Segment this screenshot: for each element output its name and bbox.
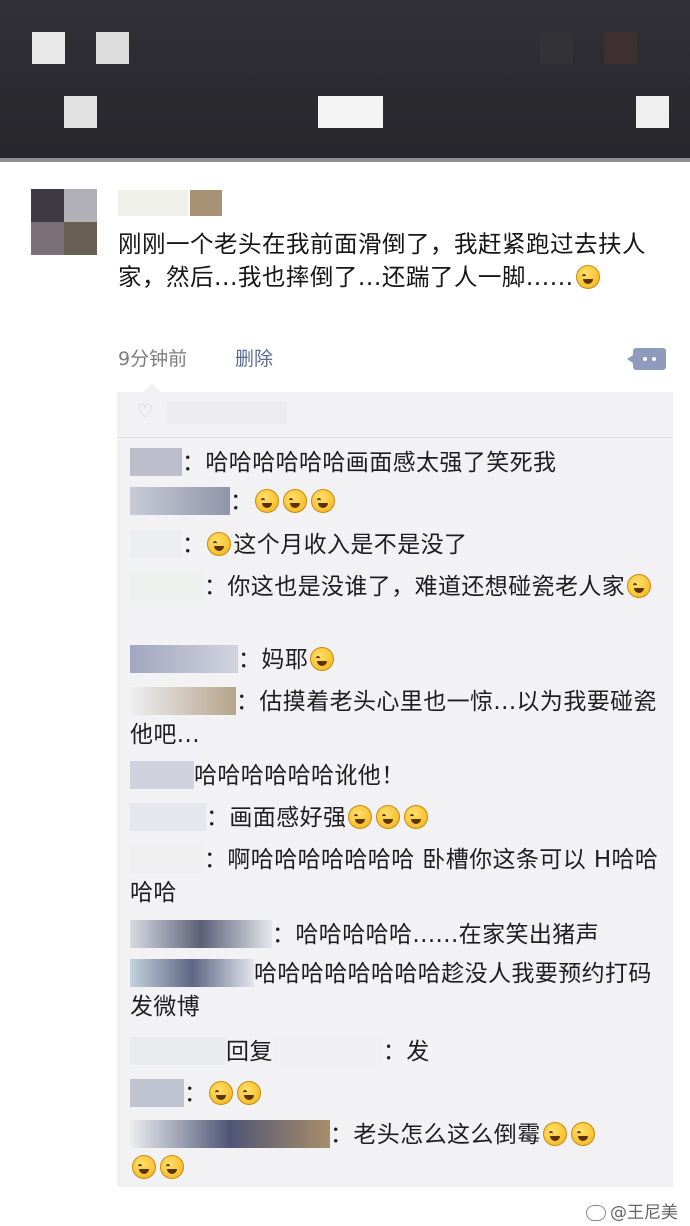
laughing-tears-emoji-icon (207, 531, 232, 556)
commenter-name-blurred[interactable] (130, 844, 204, 873)
comment-item[interactable]: ：你这也是没谁了，难道还想碰瓷老人家 (130, 571, 670, 604)
commenter-name-blurred[interactable] (130, 760, 194, 789)
laughing-tears-emoji-icon (542, 1121, 567, 1146)
weibo-logo-icon (586, 1205, 606, 1221)
commenter-name-blurred[interactable] (130, 644, 238, 673)
blurred-block (604, 32, 637, 64)
blurred-block (636, 96, 669, 128)
comment-item[interactable]: ： (130, 1078, 670, 1111)
post-timestamp: 9分钟前 (118, 348, 188, 370)
grinning-emoji-icon (209, 1080, 234, 1105)
blurred-block (318, 96, 383, 128)
blurred-block (167, 402, 287, 424)
commenter-name-blurred[interactable] (130, 1036, 226, 1065)
comment-item[interactable]: ：画面感好强 (130, 802, 670, 835)
comment-item[interactable]: 回复 ：发 (130, 1036, 670, 1069)
blurred-block (96, 32, 129, 64)
commenter-name-blurred[interactable] (130, 1078, 184, 1107)
post-body: 刚刚一个老头在我前面滑倒了，我赶紧跑过去扶人家，然后...我也摔倒了...还踹了… (118, 230, 646, 291)
top-bar (0, 0, 690, 160)
comment-item[interactable]: ：妈耶 (130, 644, 670, 677)
comment-item[interactable]: ：老头怎么这么倒霉 (130, 1119, 670, 1185)
laughing-tears-emoji-icon (376, 804, 401, 829)
commenter-name-blurred[interactable] (130, 571, 204, 600)
laughing-tears-emoji-icon (255, 488, 280, 513)
blurred-block (64, 96, 97, 128)
commenter-name-blurred[interactable] (130, 958, 254, 987)
divider (117, 437, 673, 438)
commenter-name-blurred[interactable] (130, 802, 206, 831)
username-blurred[interactable] (118, 190, 188, 216)
laughing-tears-emoji-icon (348, 804, 373, 829)
post-text: 刚刚一个老头在我前面滑倒了，我赶紧跑过去扶人家，然后...我也摔倒了...还踹了… (118, 228, 673, 294)
avatar[interactable] (31, 189, 97, 255)
comment-item[interactable]: ：估摸着老头心里也一惊...以为我要碰瓷他吧... (130, 686, 670, 752)
commenter-name-blurred[interactable] (130, 486, 230, 515)
comments-panel: ♡ ：哈哈哈哈哈哈画面感太强了笑死我 ： ：这个月收入是不是没了 ：你这也是没谁… (117, 383, 673, 1187)
commenter-name-blurred[interactable] (130, 447, 182, 476)
blurred-block (540, 32, 573, 64)
username-blurred[interactable] (190, 190, 222, 216)
laughing-tears-emoji-icon (404, 804, 429, 829)
comment-item[interactable]: ：哈哈哈哈哈哈画面感太强了笑死我 (130, 447, 670, 480)
panel-arrow (143, 383, 161, 392)
comment-item[interactable]: 哈哈哈哈哈哈讹他！ (130, 760, 670, 793)
commenter-name-blurred[interactable] (130, 686, 236, 715)
laughing-tears-emoji-icon (311, 488, 336, 513)
divider (0, 158, 690, 162)
comment-item[interactable]: ：啊哈哈哈哈哈哈哈 卧槽你这条可以 H哈哈哈哈 (130, 844, 670, 910)
laughing-tears-emoji-icon (283, 488, 308, 513)
commenter-name-blurred[interactable] (130, 529, 182, 558)
thinking-emoji-icon (627, 573, 652, 598)
comment-item[interactable]: ：哈哈哈哈哈......在家笑出猪声 (130, 919, 670, 952)
laughing-tears-emoji-icon (570, 1121, 595, 1146)
reply-target-blurred[interactable] (272, 1036, 383, 1065)
delete-link[interactable]: 删除 (235, 344, 273, 371)
commenter-name-blurred[interactable] (130, 919, 272, 948)
laughing-tears-emoji-icon (575, 264, 600, 289)
blurred-block (32, 32, 65, 64)
comment-item[interactable]: 哈哈哈哈哈哈哈哈趁没人我要预约打码发微博 (130, 958, 670, 1024)
comment-item[interactable]: ： (130, 486, 670, 519)
comment-icon[interactable] (627, 348, 666, 370)
heart-icon: ♡ (137, 401, 154, 422)
commenter-name-blurred[interactable] (130, 1119, 330, 1148)
comment-item[interactable]: ：这个月收入是不是没了 (130, 529, 670, 562)
grinning-emoji-icon (237, 1080, 262, 1105)
laughing-tears-emoji-icon (310, 646, 335, 671)
laughing-tears-emoji-icon (132, 1154, 156, 1179)
likes-row: ♡ (117, 392, 673, 436)
laughing-tears-emoji-icon (160, 1154, 184, 1179)
watermark: @王尼美 (586, 1198, 678, 1223)
